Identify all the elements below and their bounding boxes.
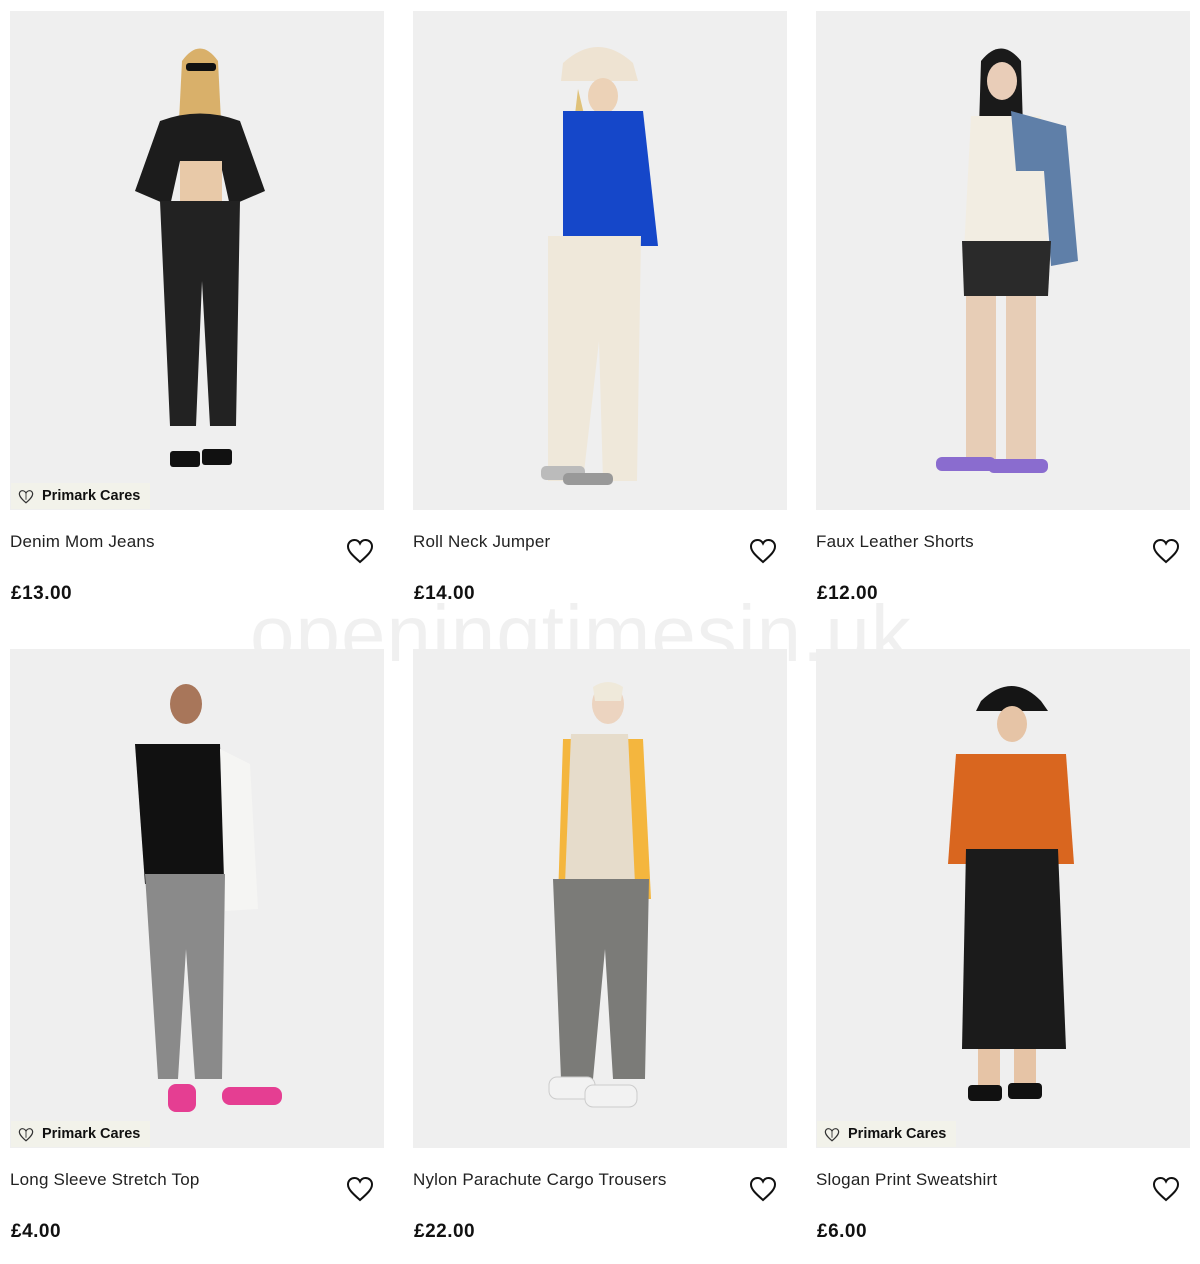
wishlist-button[interactable] [1152, 1176, 1180, 1202]
heart-outline-icon [1152, 538, 1180, 564]
product-price: £22.00 [414, 1221, 476, 1242]
product-title[interactable]: Denim Mom Jeans [10, 532, 155, 552]
product-price: £14.00 [414, 583, 476, 604]
wishlist-button[interactable] [346, 1176, 374, 1202]
wishlist-button[interactable] [346, 538, 374, 564]
heart-outline-icon [346, 538, 374, 564]
badge-label: Primark Cares [42, 1126, 141, 1142]
product-card[interactable]: Primark Cares Long Sleeve Stretch Top £4… [10, 649, 384, 1247]
primark-cares-badge: Primark Cares [817, 1121, 957, 1147]
heart-outline-icon [346, 1176, 374, 1202]
product-image[interactable] [816, 11, 1190, 510]
heart-leaf-icon [824, 1128, 840, 1142]
product-grid: Primark Cares Denim Mom Jeans £13.00 Rol… [10, 11, 1190, 1247]
wishlist-button[interactable] [749, 1176, 777, 1202]
heart-outline-icon [749, 538, 777, 564]
product-card[interactable]: Nylon Parachute Cargo Trousers £22.00 [413, 649, 787, 1247]
heart-outline-icon [1152, 1176, 1180, 1202]
heart-leaf-icon [18, 490, 34, 504]
wishlist-button[interactable] [1152, 538, 1180, 564]
wishlist-button[interactable] [749, 538, 777, 564]
product-card[interactable]: Faux Leather Shorts £12.00 [816, 11, 1190, 609]
product-image[interactable]: Primark Cares [10, 11, 384, 510]
heart-outline-icon [749, 1176, 777, 1202]
product-price: £4.00 [11, 1221, 62, 1242]
heart-leaf-icon [18, 1128, 34, 1142]
product-card[interactable]: Primark Cares Slogan Print Sweatshirt £6… [816, 649, 1190, 1247]
product-card[interactable]: Primark Cares Denim Mom Jeans £13.00 [10, 11, 384, 609]
product-title[interactable]: Nylon Parachute Cargo Trousers [413, 1170, 667, 1190]
product-title[interactable]: Long Sleeve Stretch Top [10, 1170, 200, 1190]
product-image[interactable] [413, 11, 787, 510]
product-image[interactable]: Primark Cares [10, 649, 384, 1148]
product-price: £6.00 [817, 1221, 868, 1242]
product-price: £12.00 [817, 583, 879, 604]
product-image[interactable] [413, 649, 787, 1148]
product-title[interactable]: Roll Neck Jumper [413, 532, 550, 552]
primark-cares-badge: Primark Cares [11, 1121, 151, 1147]
product-image[interactable]: Primark Cares [816, 649, 1190, 1148]
badge-label: Primark Cares [848, 1126, 947, 1142]
product-price: £13.00 [11, 583, 73, 604]
product-title[interactable]: Faux Leather Shorts [816, 532, 974, 552]
primark-cares-badge: Primark Cares [11, 483, 151, 509]
product-title[interactable]: Slogan Print Sweatshirt [816, 1170, 997, 1190]
badge-label: Primark Cares [42, 488, 141, 504]
product-card[interactable]: Roll Neck Jumper £14.00 [413, 11, 787, 609]
